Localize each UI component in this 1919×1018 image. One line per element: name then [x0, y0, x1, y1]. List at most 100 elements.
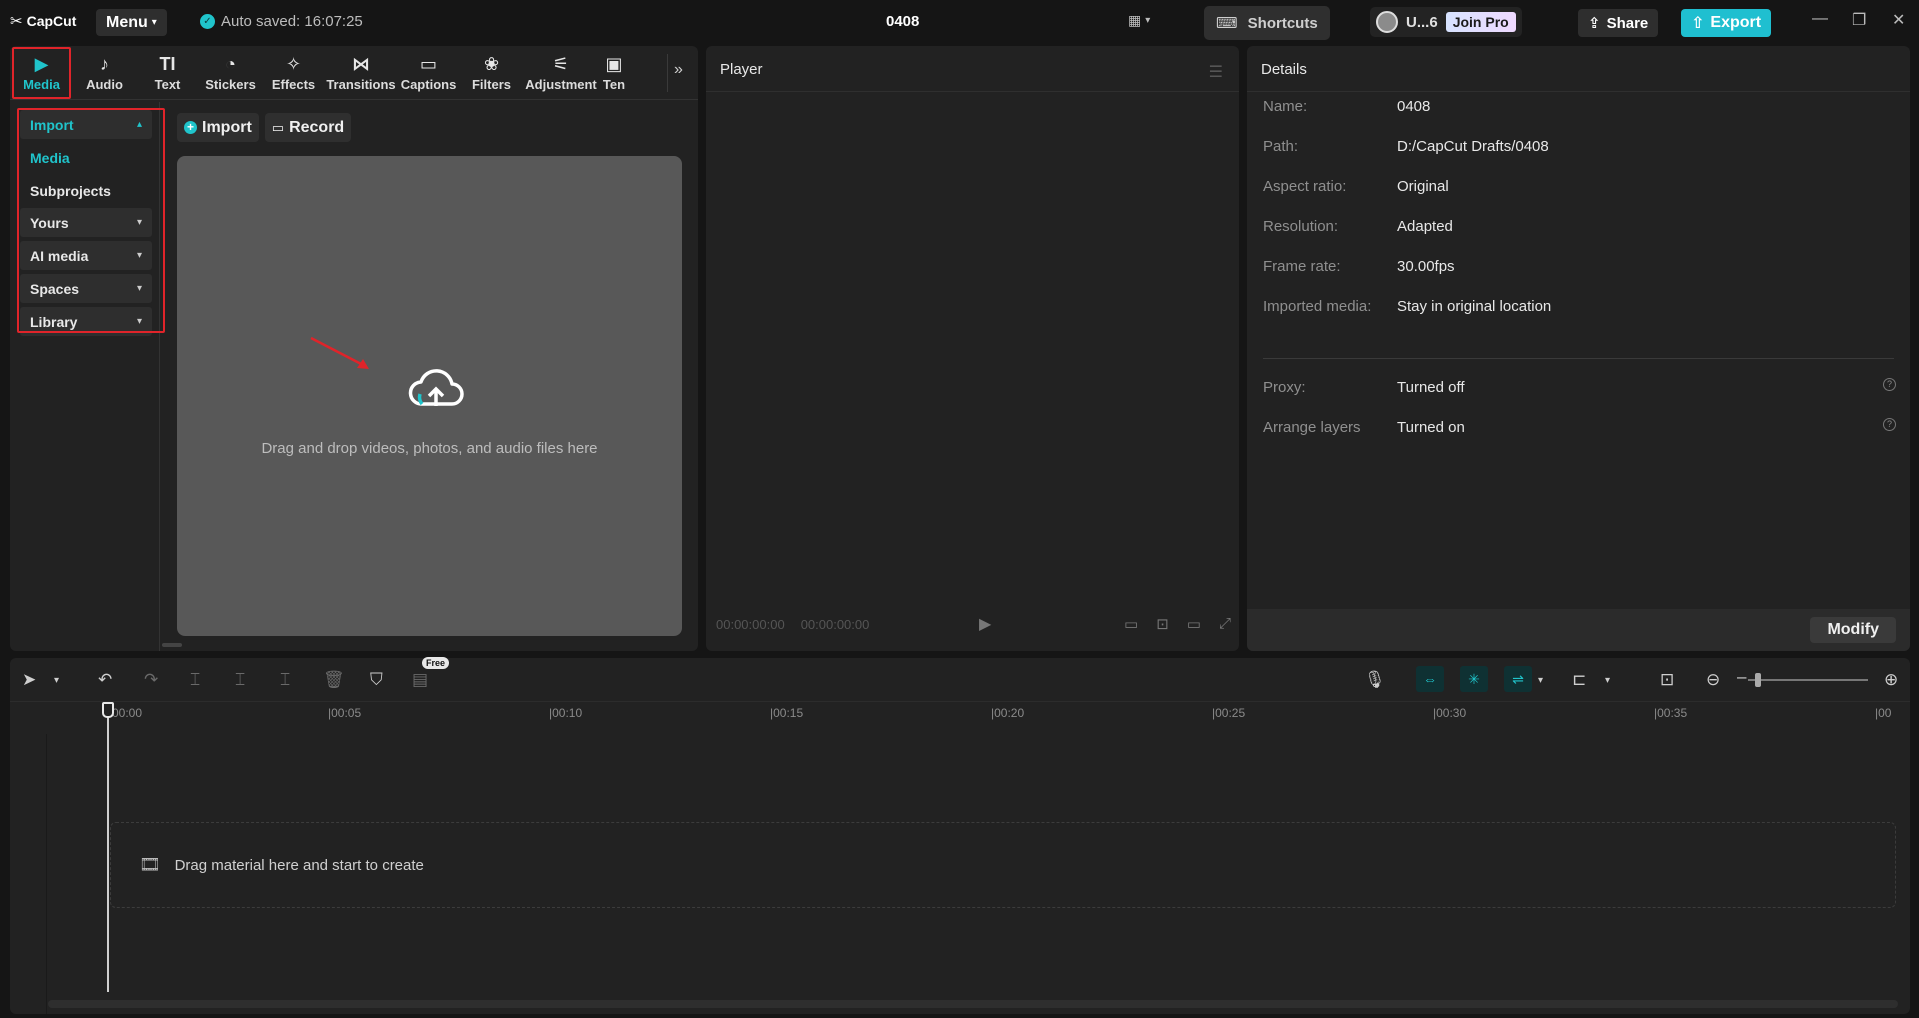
tab-effects[interactable]: ✧ Effects — [262, 46, 325, 100]
sidebar-item-import[interactable]: Import ▴ — [20, 110, 152, 139]
check-circle-icon: ✓ — [200, 14, 215, 29]
help-icon[interactable]: ? — [1883, 418, 1896, 431]
chevron-down-icon[interactable]: ▾ — [1605, 675, 1610, 686]
shield-icon[interactable]: ⛉ — [370, 670, 383, 690]
double-chevron-right-icon[interactable]: » — [674, 61, 683, 79]
fullscreen-icon[interactable]: ⤢ — [1219, 615, 1231, 633]
sidebar-item-spaces[interactable]: Spaces ▾ — [20, 274, 152, 303]
split-right-icon[interactable]: ⌶ — [280, 670, 290, 690]
zoom-slider-track[interactable] — [1748, 679, 1868, 681]
modify-button[interactable]: Modify — [1810, 617, 1896, 643]
auto-snap-icon[interactable]: ✳ — [1460, 666, 1488, 692]
record-label: Record — [289, 119, 344, 137]
join-pro-button[interactable]: Join Pro — [1446, 12, 1516, 32]
track-gutter — [46, 734, 47, 1014]
sidebar-item-library[interactable]: Library ▾ — [20, 307, 152, 336]
project-title[interactable]: 0408 — [886, 13, 919, 30]
media-drop-zone[interactable]: Drag and drop videos, photos, and audio … — [177, 156, 682, 636]
play-icon[interactable]: ▶ — [979, 614, 991, 634]
select-cursor-icon[interactable]: ➤ — [22, 670, 36, 690]
auto-captions-icon[interactable]: ▤ — [412, 670, 428, 690]
split-icon[interactable]: ⌶ — [190, 670, 200, 690]
timeline-drop-hint: Drag material here and start to create — [175, 857, 424, 874]
detail-value: Original — [1397, 178, 1449, 195]
layout-grid-icon: ▦ — [1128, 12, 1141, 29]
linkage-icon[interactable]: ⇌ — [1504, 666, 1532, 692]
hamburger-menu-icon[interactable]: ☰ — [1209, 62, 1223, 82]
tab-adjustment[interactable]: ⚟ Adjustment — [523, 46, 599, 100]
menu-label: Menu — [106, 14, 148, 32]
logo-text: CapCut — [27, 13, 77, 29]
help-icon[interactable]: ? — [1883, 378, 1896, 391]
tab-captions[interactable]: ▭ Captions — [397, 46, 460, 100]
sticker-icon: ◔ — [225, 54, 236, 74]
sidebar-item-ai-media[interactable]: AI media ▾ — [20, 241, 152, 270]
zoom-fit-icon[interactable]: ⊡ — [1156, 615, 1169, 633]
restore-icon[interactable]: ❐ — [1852, 10, 1866, 30]
layout-button[interactable]: ▦ ▾ — [1128, 12, 1150, 29]
current-timecode: 00:00:00:00 — [716, 617, 785, 632]
chevron-down-icon[interactable]: ▾ — [54, 675, 59, 686]
tick-label: |00 — [1875, 706, 1891, 720]
zoom-slider-handle[interactable] — [1755, 673, 1761, 687]
import-button[interactable]: + Import — [177, 113, 259, 142]
close-icon[interactable]: ✕ — [1892, 10, 1905, 30]
timeline-scrollbar[interactable] — [48, 1000, 1898, 1008]
playhead-handle[interactable] — [102, 702, 114, 718]
tick-label: |00:05 — [328, 706, 361, 720]
tab-text[interactable]: TI Text — [136, 46, 199, 100]
chevron-down-icon: ▾ — [137, 250, 142, 261]
feature-tabs: ▶ Media ♪ Audio TI Text ◔ Stickers ✧ Eff… — [10, 46, 698, 100]
timeline-toolbar: ➤ ▾ ↶ ↷ ⌶ ⌶ ⌶ 🗑 ⛉ ▤ Free 🎙 ⇔ ✳ ⇌ ▾ ⊏ ▾ ⊡… — [10, 658, 1910, 702]
zoom-out-icon[interactable]: ⊖ — [1706, 670, 1720, 690]
sidebar-item-label: Import — [30, 117, 74, 133]
tab-media[interactable]: ▶ Media — [10, 46, 73, 100]
tab-audio[interactable]: ♪ Audio — [73, 46, 136, 100]
tab-label: Text — [155, 77, 181, 92]
record-button[interactable]: ▭ Record — [265, 113, 351, 142]
timeline-drop-zone[interactable]: 🎞 Drag material here and start to create — [110, 822, 1896, 908]
shortcuts-button[interactable]: ⌨ Shortcuts — [1204, 6, 1330, 40]
captions-icon: ▭ — [420, 54, 437, 74]
chevron-up-icon: ▴ — [137, 119, 142, 130]
main-track-magnet-icon[interactable]: ⇔ — [1416, 666, 1444, 692]
user-account[interactable]: U...6 Join Pro — [1370, 7, 1522, 37]
tab-templates[interactable]: ▣ Ten — [599, 46, 629, 100]
playhead[interactable] — [107, 702, 109, 992]
ratio-box-icon[interactable]: ▭ — [1187, 615, 1201, 633]
detail-label: Frame rate: — [1263, 258, 1341, 275]
share-button[interactable]: ⇪ Share — [1578, 9, 1658, 37]
text-icon: TI — [160, 54, 176, 74]
transition-icon: ⋈ — [352, 54, 370, 74]
tab-label: Filters — [472, 77, 511, 92]
aspect-ratio-icon[interactable]: ▭ — [1124, 615, 1138, 633]
preview-axis-icon[interactable]: ⊏ — [1572, 670, 1586, 690]
timeline-ruler[interactable]: 00:00 |00:05 |00:10 |00:15 |00:20 |00:25… — [10, 702, 1910, 724]
microphone-icon[interactable]: 🎙 — [1364, 670, 1386, 690]
sidebar-item-media[interactable]: Media — [20, 143, 152, 172]
redo-icon[interactable]: ↷ — [144, 670, 158, 690]
menu-button[interactable]: Menu ▾ — [96, 9, 167, 36]
capcut-app: ✂ CapCut Menu ▾ ✓ Auto saved: 16:07:25 0… — [0, 0, 1919, 1018]
detail-label: Resolution: — [1263, 218, 1338, 235]
detail-value: Stay in original location — [1397, 298, 1551, 315]
tab-stickers[interactable]: ◔ Stickers — [199, 46, 262, 100]
minimize-icon[interactable]: — — [1812, 10, 1828, 28]
player-view-controls: ▭ ⊡ ▭ ⤢ — [1124, 615, 1231, 633]
undo-icon[interactable]: ↶ — [98, 670, 112, 690]
fit-timeline-icon[interactable]: ⊡ — [1660, 670, 1674, 690]
horizontal-scrollbar[interactable] — [162, 643, 182, 647]
tab-filters[interactable]: ❀ Filters — [460, 46, 523, 100]
minus-icon: – — [1737, 667, 1746, 687]
sidebar-item-subprojects[interactable]: Subprojects — [20, 176, 152, 205]
split-left-icon[interactable]: ⌶ — [235, 670, 245, 690]
zoom-in-icon[interactable]: ⊕ — [1884, 670, 1898, 690]
export-button[interactable]: ⇧ Export — [1681, 9, 1771, 37]
share-icon: ⇪ — [1588, 14, 1601, 32]
chevron-down-icon[interactable]: ▾ — [1538, 675, 1543, 686]
tab-label: Effects — [272, 77, 315, 92]
annotation-arrow — [307, 334, 377, 374]
sidebar-item-yours[interactable]: Yours ▾ — [20, 208, 152, 237]
tab-transitions[interactable]: ⋈ Transitions — [325, 46, 397, 100]
delete-icon[interactable]: 🗑 — [323, 670, 345, 690]
